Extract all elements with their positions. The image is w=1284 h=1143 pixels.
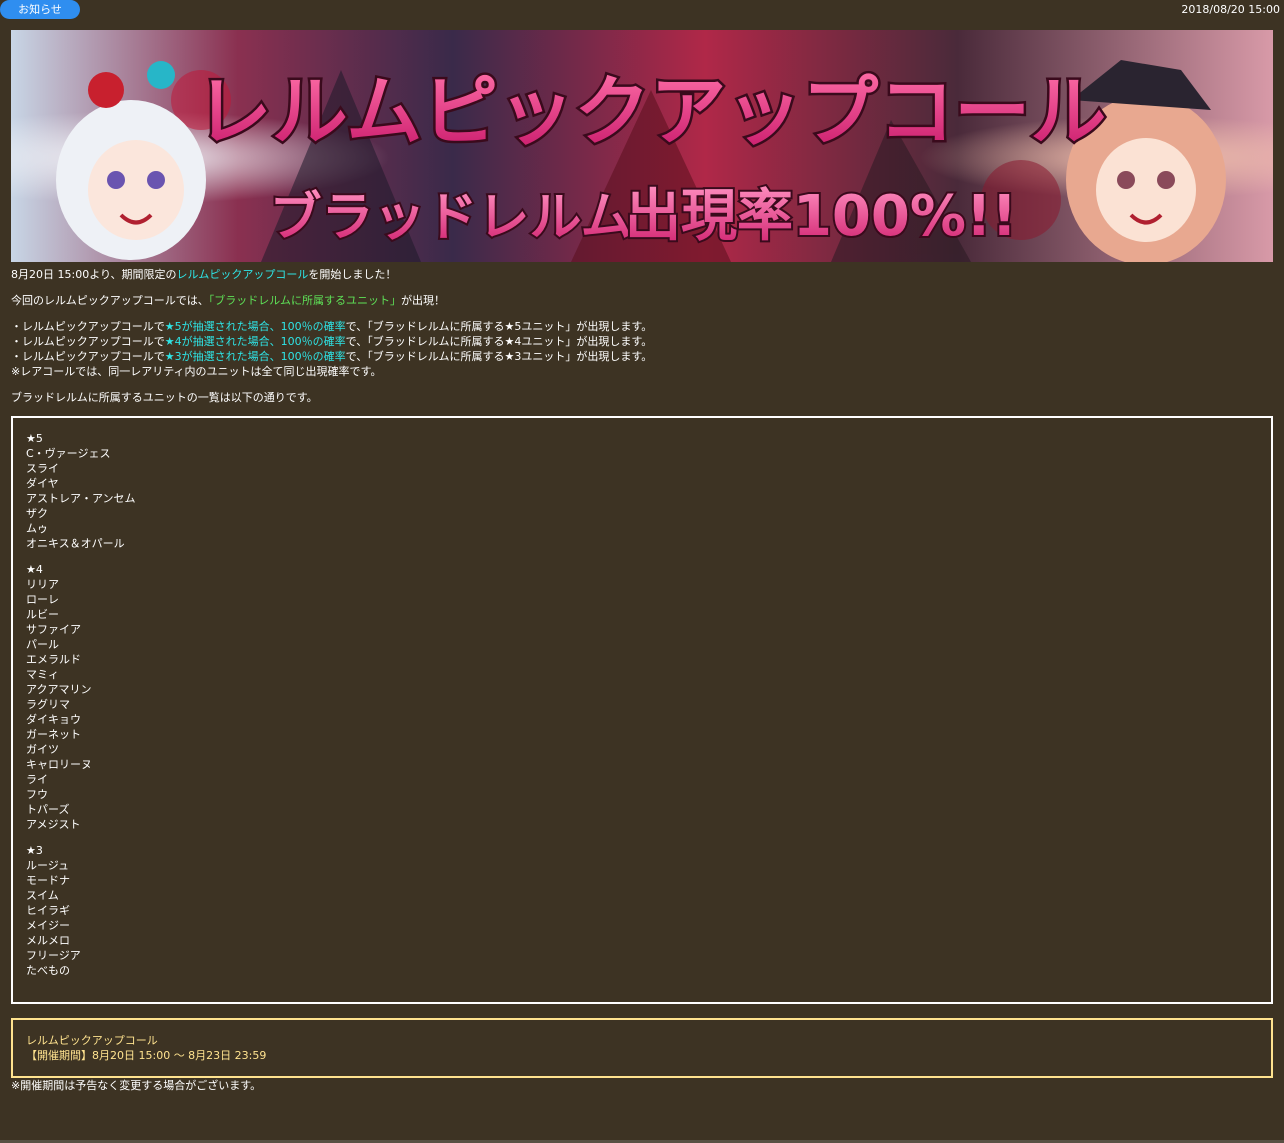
unit-name: ガーネット [26, 728, 81, 741]
event-period: 【開催期間】8月20日 15:00 ～ 8月23日 23:59 [26, 1049, 267, 1062]
unit-name: パール [26, 638, 59, 651]
unit-list-box: ★5 C・ヴァージェス スライ ダイヤ アストレア・アンセム ザク ムゥ オニキ… [11, 416, 1273, 1004]
intro-line-1: 8月20日 15:00より、期間限定のレルムピックアップコールを開始しました！ [11, 267, 1273, 282]
header: お知らせ 2018/08/20 15:00 [0, 0, 1284, 20]
unit-name: フリージア [26, 949, 81, 962]
banner-subtitle-right: 出現率100%!! [625, 184, 1017, 249]
unit-name: ヒイラギ [26, 904, 70, 917]
unit-name: ルビー [26, 608, 59, 621]
unit-name: ダイキョウ [26, 713, 81, 726]
intro-text: 8月20日 15:00より、期間限定の [11, 268, 177, 281]
unit-name: ガイツ [26, 743, 59, 756]
unit-name: たべもの [26, 964, 70, 977]
event-period-box: レルムピックアップコール 【開催期間】8月20日 15:00 ～ 8月23日 2… [11, 1018, 1273, 1078]
banner-subtitle-left: ブラッドレルム [270, 188, 633, 248]
rarity-heading: ★3 [26, 844, 43, 857]
unit-group-star5: ★5 C・ヴァージェス スライ ダイヤ アストレア・アンセム ザク ムゥ オニキ… [26, 431, 1257, 551]
unit-name: マミィ [26, 668, 59, 681]
notice-tag: お知らせ [0, 0, 80, 19]
list-intro: ブラッドレルムに所属するユニットの一覧は以下の通りです。 [11, 391, 318, 404]
unit-name: アクアマリン [26, 683, 92, 696]
unit-name: スイム [26, 889, 59, 902]
intro-text: を開始しました！ [308, 268, 397, 281]
unit-name: モードナ [26, 874, 70, 887]
unit-name: オニキス＆オパール [26, 537, 125, 550]
unit-name: トパーズ [26, 803, 70, 816]
unit-name: キャロリーヌ [26, 758, 92, 771]
rate-line: ・レルムピックアップコールで★5が抽選された場合、100％の確率で、「ブラッドレ… [11, 320, 653, 333]
unit-name: メルメロ [26, 934, 70, 947]
realm-pickup-link[interactable]: レルムピックアップコール [177, 268, 309, 281]
unit-name: ムゥ [26, 522, 48, 535]
unit-name: スライ [26, 462, 59, 475]
rate-line: ・レルムピックアップコールで★4が抽選された場合、100％の確率で、「ブラッドレ… [11, 335, 653, 348]
unit-name: ローレ [26, 593, 59, 606]
unit-name: アメジスト [26, 818, 81, 831]
rarity-heading: ★4 [26, 563, 43, 576]
rates-note: ※レアコールでは、同一レアリティ内のユニットは全て同じ出現確率です。 [11, 365, 382, 378]
blood-realm-highlight: 「ブラッドレルムに所属するユニット」 [208, 294, 402, 307]
rarity-heading: ★5 [26, 432, 43, 445]
intro-text: 今回のレルムピックアップコールでは、 [11, 294, 209, 307]
unit-name: C・ヴァージェス [26, 447, 111, 460]
intro-line-2: 今回のレルムピックアップコールでは、「ブラッドレルムに所属するユニット」が出現！ [11, 293, 1273, 308]
unit-group-star3: ★3 ルージュ モードナ スイム ヒイラギ メイジー メルメロ フリージア たべ… [26, 843, 1257, 978]
unit-name: エメラルド [26, 653, 81, 666]
unit-name: メイジー [26, 919, 70, 932]
event-name: レルムピックアップコール [26, 1034, 158, 1047]
unit-name: リリア [26, 578, 59, 591]
intro-text: が出現！ [401, 294, 446, 307]
unit-name: サファイア [26, 623, 81, 636]
footnote: ※開催期間は予告なく変更する場合がございます。 [11, 1079, 262, 1092]
unit-name: アストレア・アンセム [26, 492, 136, 505]
unit-name: ザク [26, 507, 48, 520]
post-date: 2018/08/20 15:00 [1181, 3, 1280, 16]
banner-title: レルムピックアップコール [196, 67, 1106, 156]
banner-image: レルムピックアップコール ブラッドレルム 出現率100%!! [11, 30, 1273, 262]
rate-line: ・レルムピックアップコールで★3が抽選された場合、100％の確率で、「ブラッドレ… [11, 350, 653, 363]
notice-body: 8月20日 15:00より、期間限定のレルムピックアップコールを開始しました！ … [11, 267, 1273, 1104]
unit-name: ダイヤ [26, 477, 59, 490]
unit-name: フウ [26, 788, 48, 801]
unit-group-star4: ★4 リリア ローレ ルビー サファイア パール エメラルド マミィ アクアマリ… [26, 562, 1257, 832]
unit-name: ラグリマ [26, 698, 70, 711]
unit-name: ライ [26, 773, 48, 786]
unit-name: ルージュ [26, 859, 70, 872]
rates-section: ・レルムピックアップコールで★5が抽選された場合、100％の確率で、「ブラッドレ… [11, 319, 1273, 379]
